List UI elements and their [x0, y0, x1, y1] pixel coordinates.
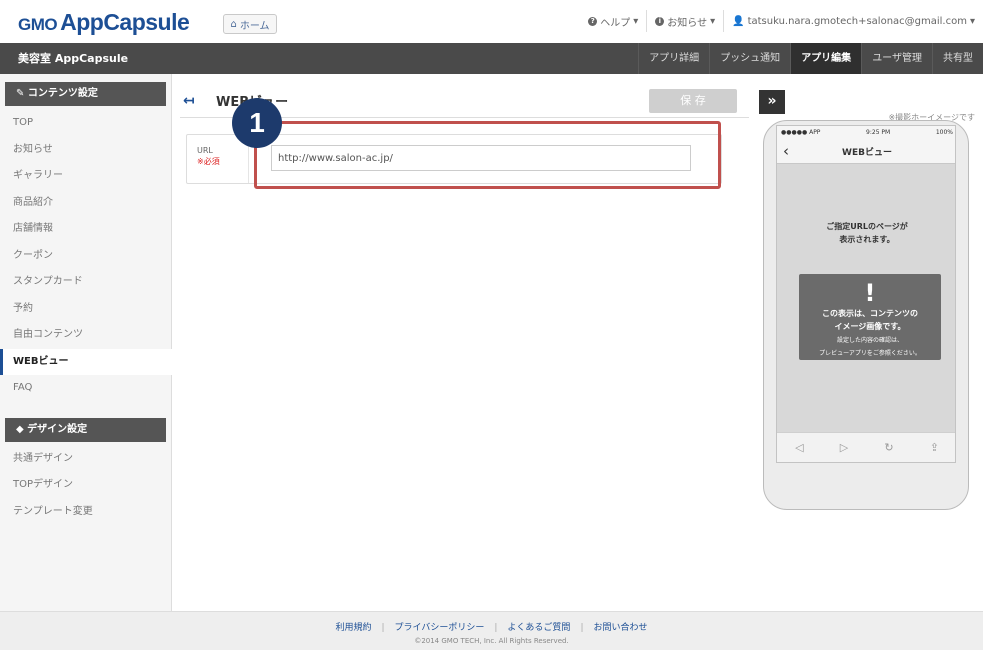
sidebar-item-products[interactable]: 商品紹介 [0, 190, 171, 217]
top-links: ? ヘルプ ▾ i お知らせ ▾ 👤 tatsuku.nara.gmotech+… [580, 8, 983, 34]
exclamation-icon: ! [864, 279, 876, 307]
chevron-down-icon: ▾ [969, 15, 975, 27]
preview-panel: » ※撮影ホーイメージです ●●●●● APP 9:25 PM 100% ‹ W… [749, 74, 983, 611]
browser-forward-icon: ▷ [839, 441, 849, 454]
logo-appcapsule: AppCapsule [60, 9, 190, 35]
required-marker: ※必須 [197, 157, 220, 166]
user-icon: 👤 [732, 15, 745, 27]
help-menu[interactable]: ? ヘルプ ▾ [580, 10, 646, 32]
sidebar-item-template-change[interactable]: テンプレート変更 [0, 499, 171, 526]
status-time: 9:25 PM [866, 128, 891, 136]
footer-link-privacy[interactable]: プライバシーポリシー [385, 623, 495, 633]
phone-screen: ●●●●● APP 9:25 PM 100% ‹ WEBビュー ご指定URLのペ… [776, 125, 956, 463]
sidebar-item-gallery[interactable]: ギャラリー [0, 163, 171, 190]
nav-tabs: アプリ詳細 プッシュ通知 アプリ編集 ユーザ管理 共有型 [638, 43, 983, 74]
sidebar-header-design: ◆ デザイン設定 [5, 417, 166, 442]
top-bar: GMO AppCapsule ⌂ ホーム ? ヘルプ ▾ i お知らせ ▾ 👤 … [0, 0, 983, 43]
sidebar: ✎ コンテンツ設定 TOP お知らせ ギャラリー 商品紹介 店舗情報 クーポン … [0, 74, 172, 611]
design-icon: ◆ [16, 423, 28, 435]
footer-links: 利用規約 | プライバシーポリシー | よくあるご質問 | お問い合わせ [0, 620, 983, 633]
refresh-icon: ↻ [884, 441, 894, 454]
phone-nav-bar: ‹ WEBビュー [777, 138, 955, 164]
home-icon: ⌂ [230, 18, 237, 30]
app-root: GMO AppCapsule ⌂ ホーム ? ヘルプ ▾ i お知らせ ▾ 👤 … [0, 0, 983, 650]
footer-link-contact[interactable]: お問い合わせ [583, 623, 657, 633]
status-carrier: ●●●●● APP [781, 128, 821, 136]
home-button[interactable]: ⌂ ホーム [223, 14, 277, 34]
sidebar-item-faq[interactable]: FAQ [0, 375, 171, 402]
help-icon: ? [588, 16, 598, 26]
browser-back-icon: ◁ [795, 441, 804, 454]
sidebar-item-top[interactable]: TOP [0, 110, 171, 137]
back-arrow-icon[interactable]: ↤ [183, 93, 207, 109]
footer-link-faq[interactable]: よくあるご質問 [497, 623, 580, 633]
preview-warning: ! この表示は、コンテンツの イメージ画像です。 設定した内容の確認は、 プレビ… [799, 274, 941, 360]
copyright: ©2014 GMO TECH, Inc. All Rights Reserved… [414, 637, 569, 645]
status-battery: 100% [935, 128, 953, 136]
logo[interactable]: GMO AppCapsule [18, 9, 190, 35]
user-menu[interactable]: 👤 tatsuku.nara.gmotech+salonac@gmail.com… [723, 10, 983, 32]
home-button-label: ホーム [239, 20, 270, 32]
info-icon: i [655, 16, 665, 26]
sidebar-item-top-design[interactable]: TOPデザイン [0, 472, 171, 499]
preview-message-line1: ご指定URLのページが [826, 222, 908, 231]
sidebar-item-stamp-card[interactable]: スタンプカード [0, 269, 171, 296]
phone-browser-toolbar: ◁ ▷ ↻ ⇪ [777, 432, 955, 462]
news-menu[interactable]: i お知らせ ▾ [646, 10, 723, 32]
sidebar-item-webview[interactable]: WEBビュー [0, 348, 172, 375]
sidebar-item-free-content[interactable]: 自由コンテンツ [0, 322, 171, 349]
sidebar-item-common-design[interactable]: 共通デザイン [0, 446, 171, 473]
sidebar-item-coupon[interactable]: クーポン [0, 243, 171, 270]
preview-message-line2: 表示されます。 [839, 235, 895, 244]
warning-line4: プレビューアプリをご参照ください。 [819, 350, 921, 357]
user-email: tatsuku.nara.gmotech+salonac@gmail.com [747, 15, 967, 27]
help-label: ヘルプ [600, 17, 631, 29]
tab-app-edit[interactable]: アプリ編集 [790, 43, 862, 74]
chevron-down-icon: ▾ [633, 15, 639, 27]
share-icon: ⇪ [929, 441, 939, 454]
warning-line1: この表示は、コンテンツの [822, 309, 918, 318]
news-label: お知らせ [667, 17, 708, 29]
url-label: URL ※必須 [187, 135, 249, 183]
edit-icon: ✎ [16, 88, 28, 99]
main-nav: 美容室 AppCapsule アプリ詳細 プッシュ通知 アプリ編集 ユーザ管理 … [0, 43, 983, 74]
sidebar-item-store-info[interactable]: 店舗情報 [0, 216, 171, 243]
chevron-down-icon: ▾ [710, 15, 716, 27]
tab-push[interactable]: プッシュ通知 [709, 43, 790, 74]
annotation-number-badge: 1 [232, 98, 282, 148]
phone-title: WEBビュー [842, 148, 892, 158]
tab-app-details[interactable]: アプリ詳細 [638, 43, 709, 74]
sidebar-header-content-label: コンテンツ設定 [27, 88, 98, 99]
tab-user-management[interactable]: ユーザ管理 [861, 43, 932, 74]
url-label-text: URL [197, 146, 213, 155]
footer: 利用規約 | プライバシーポリシー | よくあるご質問 | お問い合わせ ©2014 GMO… [0, 611, 983, 650]
sidebar-item-news[interactable]: お知らせ [0, 137, 171, 164]
annotation-highlight [254, 121, 721, 189]
collapse-preview-button[interactable]: » [759, 90, 785, 114]
preview-message: ご指定URLのページが 表示されます。 [777, 220, 955, 246]
tab-shared[interactable]: 共有型 [932, 43, 983, 74]
warning-line3: 設定した内容の確認は、 [836, 337, 903, 344]
logo-gmo: GMO [18, 15, 58, 34]
sidebar-item-reservation[interactable]: 予約 [0, 296, 171, 323]
save-button[interactable]: 保 存 [649, 89, 737, 113]
sidebar-header-design-label: デザイン設定 [27, 423, 88, 435]
warning-line2: イメージ画像です。 [834, 322, 906, 331]
sidebar-header-content: ✎ コンテンツ設定 [5, 82, 166, 106]
phone-mockup: ●●●●● APP 9:25 PM 100% ‹ WEBビュー ご指定URLのペ… [763, 120, 969, 510]
footer-link-terms[interactable]: 利用規約 [325, 623, 381, 633]
phone-status-bar: ●●●●● APP 9:25 PM 100% [777, 126, 955, 138]
app-brand: 美容室 AppCapsule [18, 52, 129, 65]
